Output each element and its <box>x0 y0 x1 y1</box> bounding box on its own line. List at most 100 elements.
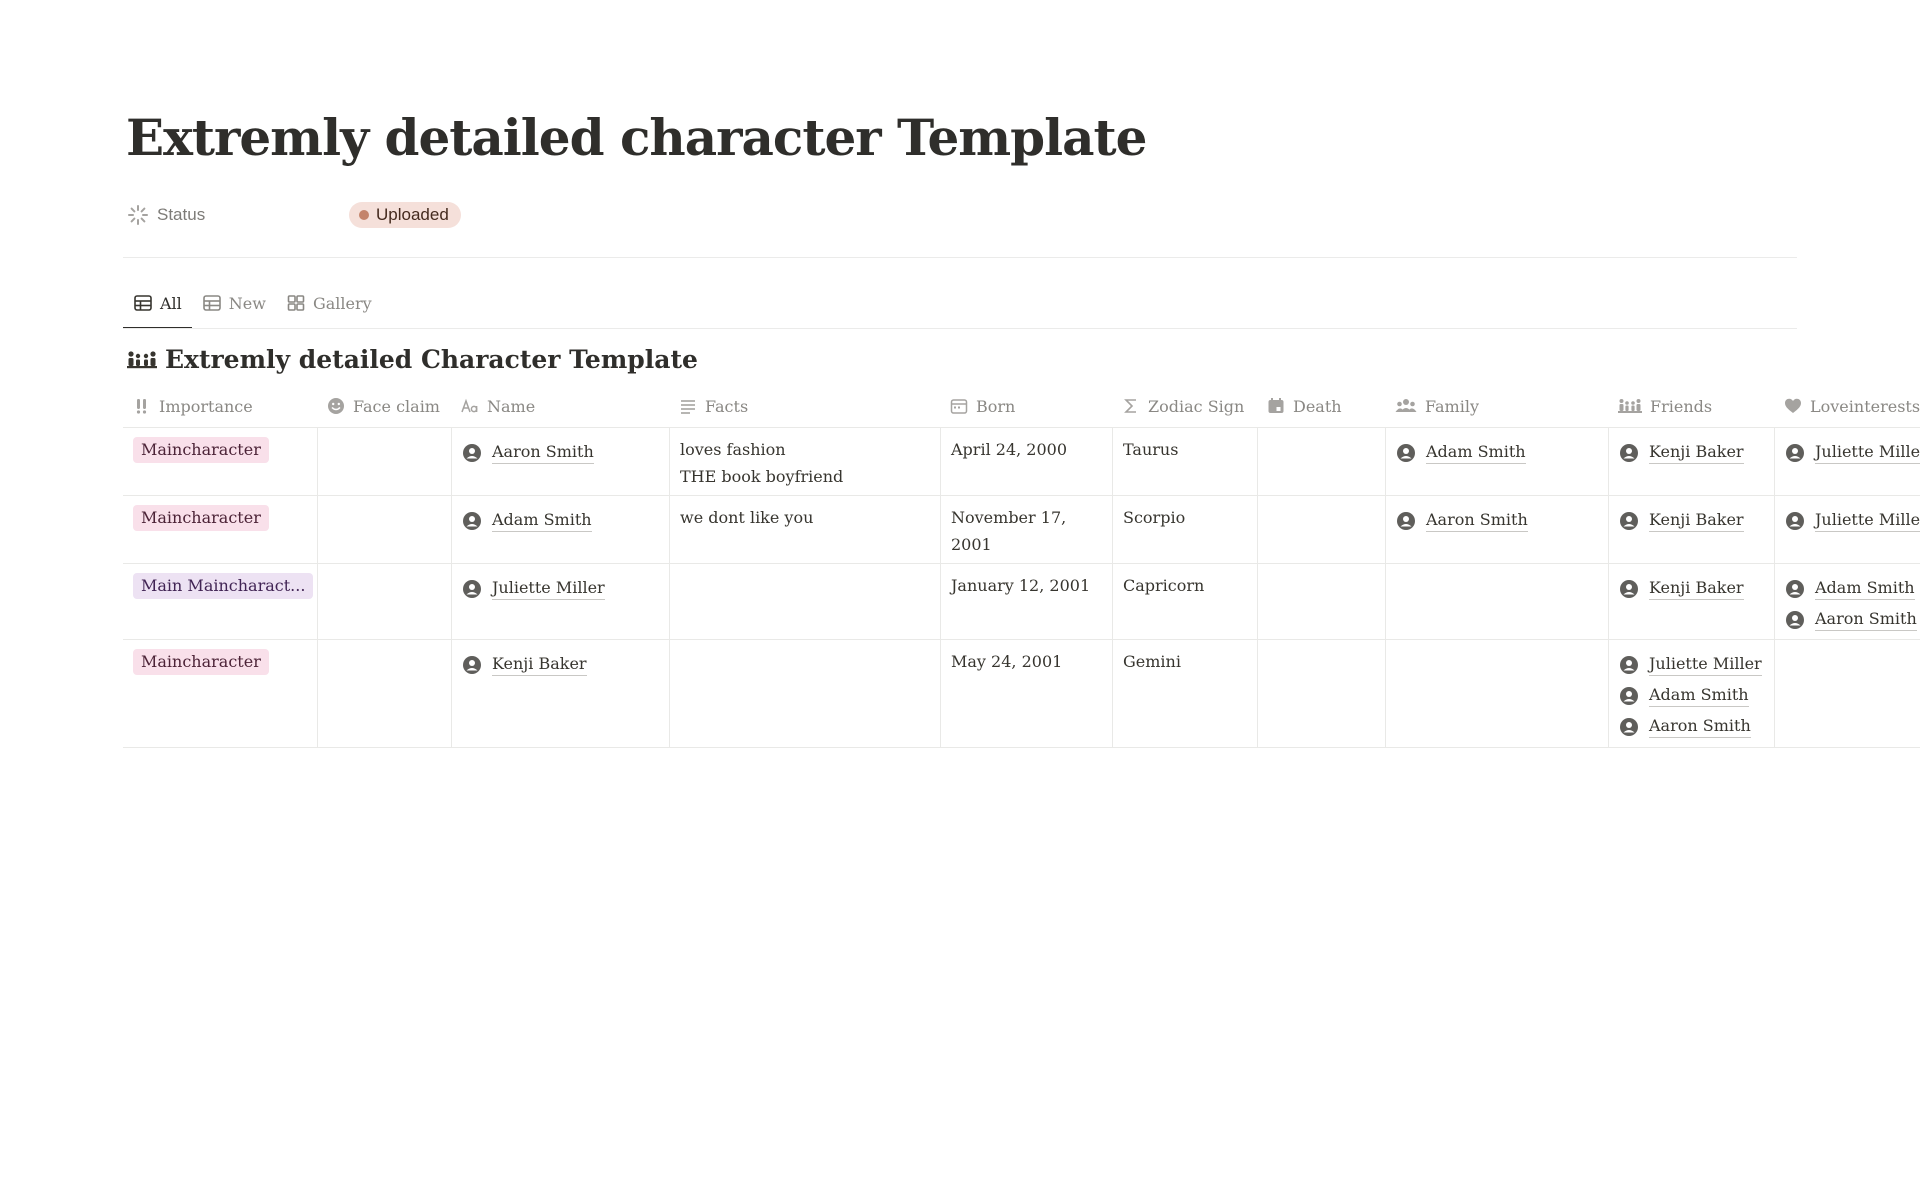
tab-new[interactable]: New <box>192 283 276 323</box>
relation-link[interactable]: Kenji Baker <box>1619 439 1764 466</box>
zodiac-cell[interactable]: Scorpio <box>1112 496 1257 563</box>
name-cell[interactable]: Juliette Miller <box>451 564 669 639</box>
heart-icon <box>1785 398 1801 413</box>
column-header-loveinterests[interactable]: Loveinterests <box>1774 385 1920 427</box>
name-link[interactable]: Adam Smith <box>462 507 659 534</box>
importance-tag: Maincharacter <box>133 437 269 463</box>
friends-cell[interactable]: Juliette Miller Adam Smith Aaron Smith <box>1608 640 1774 747</box>
family-cell[interactable]: Adam Smith <box>1385 428 1608 495</box>
column-header-facts[interactable]: Facts <box>669 385 940 427</box>
table-row[interactable]: Maincharacter Kenji Baker May 24, 2001 G… <box>123 640 1920 748</box>
loveinterests-cell[interactable]: Adam Smith Aaron Smith <box>1774 564 1920 639</box>
born-cell[interactable]: May 24, 2001 <box>940 640 1112 747</box>
column-header-label: Death <box>1293 396 1342 416</box>
family-cell[interactable]: Aaron Smith <box>1385 496 1608 563</box>
relation-link[interactable]: Juliette Miller <box>1619 651 1764 678</box>
column-header-family[interactable]: Family <box>1385 385 1608 427</box>
importance-cell[interactable]: Maincharacter <box>123 640 317 747</box>
person-icon <box>1620 511 1638 530</box>
zodiac-cell[interactable]: Taurus <box>1112 428 1257 495</box>
facts-cell[interactable] <box>669 640 940 747</box>
relation-link[interactable]: Kenji Baker <box>1619 507 1764 534</box>
relation-link[interactable]: Adam Smith <box>1619 682 1764 709</box>
born-cell[interactable]: January 12, 2001 <box>940 564 1112 639</box>
relation-link[interactable]: Juliette Miller <box>1785 507 1920 534</box>
column-header-zodiac-sign[interactable]: Zodiac Sign <box>1112 385 1257 427</box>
facts-cell[interactable]: loves fashion THE book boyfriend <box>669 428 940 495</box>
zodiac-value: Scorpio <box>1123 508 1186 527</box>
relation-link[interactable]: Adam Smith <box>1396 439 1598 466</box>
name-link[interactable]: Aaron Smith <box>462 439 659 466</box>
death-cell[interactable] <box>1257 496 1385 563</box>
status-property: Status Uploaded <box>127 198 727 232</box>
tab-gallery[interactable]: Gallery <box>276 283 382 323</box>
friends-cell[interactable]: Kenji Baker <box>1608 564 1774 639</box>
face-claim-cell[interactable] <box>317 640 451 747</box>
death-cell[interactable] <box>1257 640 1385 747</box>
column-header-label: Friends <box>1650 396 1713 416</box>
facts-cell[interactable] <box>669 564 940 639</box>
face-claim-cell[interactable] <box>317 496 451 563</box>
person-icon <box>463 511 481 530</box>
importance-cell[interactable]: Maincharacter <box>123 428 317 495</box>
name-cell[interactable]: Aaron Smith <box>451 428 669 495</box>
person-icon <box>1397 511 1415 530</box>
family-cell[interactable] <box>1385 640 1608 747</box>
born-cell[interactable]: April 24, 2000 <box>940 428 1112 495</box>
page-title[interactable]: Extremly detailed character Template <box>126 98 1147 178</box>
zodiac-cell[interactable]: Capricorn <box>1112 564 1257 639</box>
face-claim-cell[interactable] <box>317 564 451 639</box>
column-header-label: Importance <box>159 396 253 416</box>
name-cell[interactable]: Adam Smith <box>451 496 669 563</box>
status-property-label[interactable]: Status <box>127 198 205 232</box>
death-cell[interactable] <box>1257 428 1385 495</box>
column-header-label: Face claim <box>353 396 440 416</box>
name-link[interactable]: Kenji Baker <box>462 651 659 678</box>
zodiac-cell[interactable]: Gemini <box>1112 640 1257 747</box>
relation-link[interactable]: Juliette Miller <box>1785 439 1920 466</box>
column-header-label: Born <box>976 396 1016 416</box>
relation-link[interactable]: Aaron Smith <box>1619 713 1764 740</box>
name-cell[interactable]: Kenji Baker <box>451 640 669 747</box>
loveinterests-cell[interactable]: Juliette Miller <box>1774 496 1920 563</box>
status-label-text: Status <box>157 205 206 224</box>
database-title-text: Extremly detailed Character Template <box>165 344 698 374</box>
status-loading-icon <box>128 205 148 225</box>
tab-all[interactable]: All <box>123 283 192 329</box>
column-header-name[interactable]: Name <box>451 385 669 427</box>
column-header-face-claim[interactable]: Face claim <box>317 385 451 427</box>
face-claim-cell[interactable] <box>317 428 451 495</box>
death-cell[interactable] <box>1257 564 1385 639</box>
facts-cell[interactable]: we dont like you <box>669 496 940 563</box>
zodiac-value: Gemini <box>1123 652 1181 671</box>
born-date: January 12, 2001 <box>951 576 1091 595</box>
exclamation-icon <box>136 399 147 414</box>
view-tabs: All New Gallery <box>123 283 382 329</box>
friends-cell[interactable]: Kenji Baker <box>1608 496 1774 563</box>
loveinterests-cell[interactable]: Juliette Miller <box>1774 428 1920 495</box>
status-badge[interactable]: Uploaded <box>349 202 461 228</box>
born-cell[interactable]: November 17, 2001 <box>940 496 1112 563</box>
friends-cell[interactable]: Kenji Baker <box>1608 428 1774 495</box>
relation-link[interactable]: Aaron Smith <box>1396 507 1598 534</box>
relation-link[interactable]: Kenji Baker <box>1619 575 1764 602</box>
column-header-death[interactable]: Death <box>1257 385 1385 427</box>
people-icon <box>1395 399 1417 412</box>
relation-link[interactable]: Adam Smith <box>1785 575 1915 602</box>
column-header-born[interactable]: Born <box>940 385 1112 427</box>
person-icon <box>1786 610 1804 629</box>
name-link[interactable]: Juliette Miller <box>462 575 659 602</box>
importance-cell[interactable]: Maincharacter <box>123 496 317 563</box>
family-cell[interactable] <box>1385 564 1608 639</box>
loveinterests-cell[interactable] <box>1774 640 1920 747</box>
database-title[interactable]: Extremly detailed Character Template <box>127 340 698 378</box>
importance-cell[interactable]: Main Maincharact... <box>123 564 317 639</box>
importance-tag: Main Maincharact... <box>133 573 314 599</box>
table-row[interactable]: Maincharacter Aaron Smith loves fashion … <box>123 428 1920 496</box>
table-row[interactable]: Maincharacter Adam Smith we dont like yo… <box>123 496 1920 564</box>
relation-link[interactable]: Aaron Smith <box>1785 606 1917 633</box>
person-icon <box>1786 579 1804 598</box>
column-header-friends[interactable]: Friends <box>1608 385 1774 427</box>
table-row[interactable]: Main Maincharact... Juliette Miller Janu… <box>123 564 1920 640</box>
column-header-importance[interactable]: Importance <box>123 385 317 427</box>
